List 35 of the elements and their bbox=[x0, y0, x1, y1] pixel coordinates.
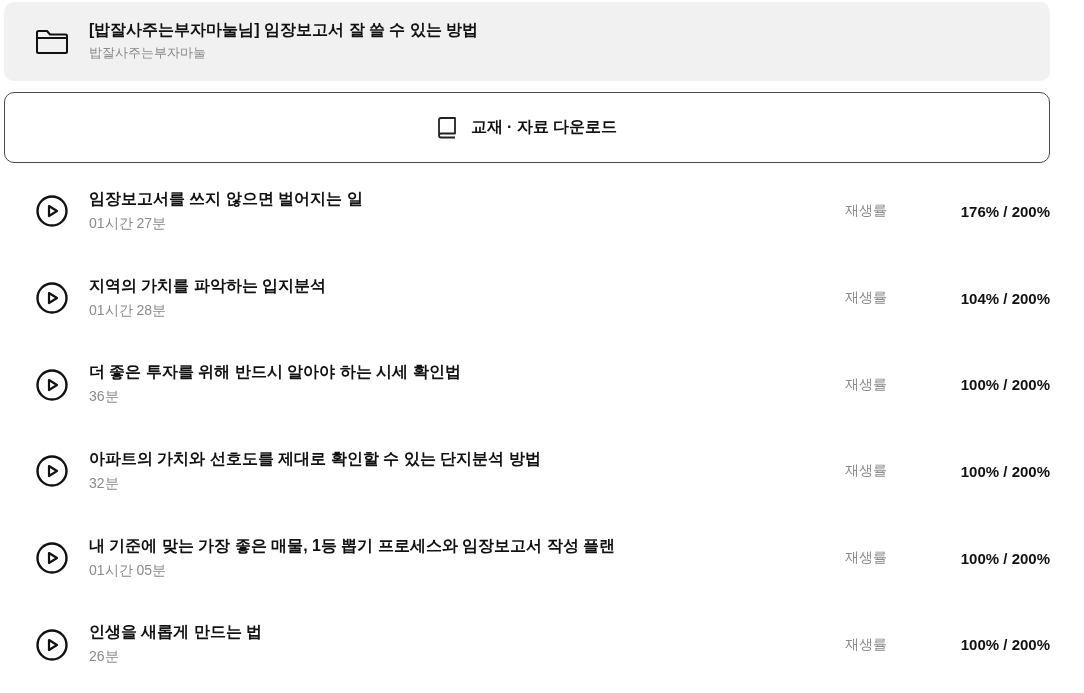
lecture-title: 지역의 가치를 파악하는 입지분석 bbox=[89, 275, 328, 296]
book-icon bbox=[436, 116, 457, 139]
play-icon[interactable] bbox=[36, 282, 68, 315]
play-icon[interactable] bbox=[36, 368, 68, 401]
progress-value: 104% / 200% bbox=[959, 289, 1050, 307]
progress-value: 100% / 200% bbox=[959, 462, 1050, 480]
folder-icon bbox=[36, 29, 68, 54]
progress-value: 100% / 200% bbox=[959, 376, 1050, 394]
lecture-duration: 32분 bbox=[89, 473, 120, 493]
progress-label: 재생률 bbox=[845, 289, 887, 308]
progress-value: 176% / 200% bbox=[959, 202, 1050, 220]
play-icon[interactable] bbox=[36, 542, 68, 575]
lecture-duration: 01시간 28분 bbox=[89, 300, 168, 320]
lecture-duration: 01시간 05분 bbox=[89, 560, 168, 580]
lecture-title: 내 기준에 맞는 가장 좋은 매물, 1등 뽑기 프로세스와 임장보고서 작성 플랜 bbox=[89, 535, 617, 556]
progress-label: 재생률 bbox=[845, 635, 887, 654]
lecture-title: 아파트의 가치와 선호도를 제대로 확인할 수 있는 단지분석 방법 bbox=[89, 448, 542, 469]
progress-label: 재생률 bbox=[845, 375, 887, 394]
lecture-duration: 26분 bbox=[89, 647, 120, 667]
progress-label: 재생률 bbox=[845, 202, 887, 221]
lecture-title: 더 좋은 투자를 위해 반드시 알아야 하는 시세 확인법 bbox=[89, 362, 462, 383]
progress-value: 100% / 200% bbox=[959, 549, 1050, 567]
lecture-duration: 01시간 27분 bbox=[89, 213, 168, 233]
play-icon[interactable] bbox=[36, 455, 68, 488]
instructor-name: 밥잘사주는부자마눌 bbox=[89, 44, 207, 62]
lecture-title: 임장보고서를 쓰지 않으면 벌어지는 일 bbox=[89, 188, 364, 209]
course-title: [밥잘사주는부자마눌님] 임장보고서 잘 쓸 수 있는 방법 bbox=[89, 20, 479, 40]
play-icon[interactable] bbox=[36, 628, 68, 661]
lecture-duration: 36분 bbox=[89, 387, 120, 407]
progress-label: 재생률 bbox=[845, 549, 887, 568]
play-icon[interactable] bbox=[36, 195, 68, 228]
progress-label: 재생률 bbox=[845, 462, 887, 481]
download-button[interactable]: 교재 · 자료 다운로드 bbox=[4, 92, 1050, 163]
lecture-title: 인생을 새롭게 만드는 법 bbox=[89, 622, 264, 643]
progress-value: 100% / 200% bbox=[959, 636, 1050, 654]
